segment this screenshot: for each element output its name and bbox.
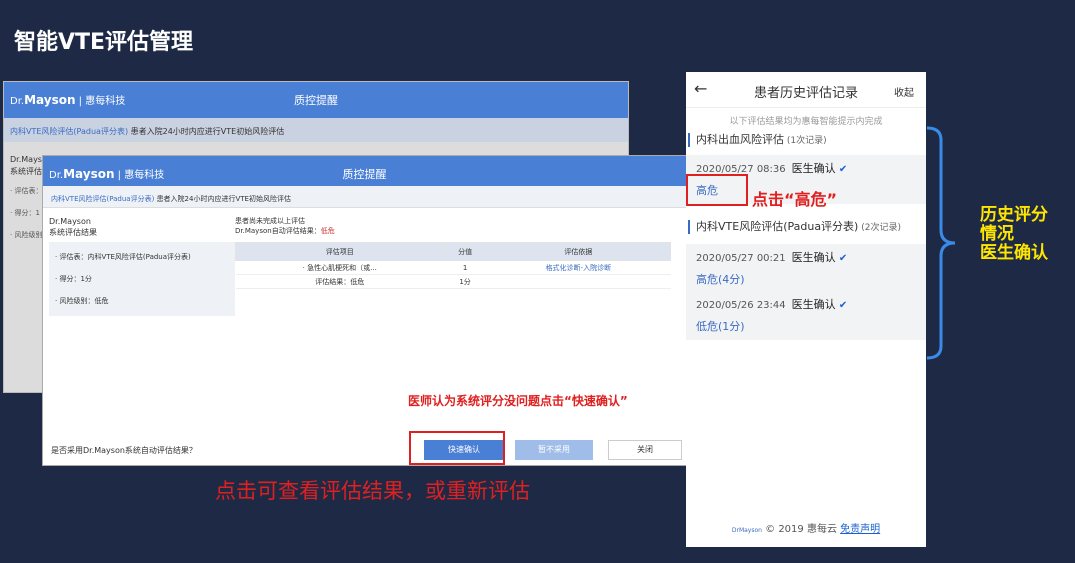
front-dialog-subheader: 内科VTE风险评估(Padua评分表) 患者入院24小时内应进行VTE初始风险评… — [43, 186, 686, 208]
history-annotation: 历史评分 情况 医生确认 — [980, 205, 1048, 263]
table-header: 分值 — [443, 242, 487, 261]
history-title: 患者历史评估记录 — [753, 86, 858, 101]
history-note: 以下评估结果均为惠每智能提示内完成 — [729, 117, 883, 127]
section-bleeding: 内科出血风险评估 (1次记录) — [688, 133, 926, 147]
result-item: · 风险级别：低危 — [55, 297, 109, 305]
back-dialog-header: Dr.Mayson | 惠每科技 质控提醒 — [4, 82, 628, 118]
dr-mayson-small-logo: DrMayson — [731, 527, 762, 534]
system-result-panel: Dr.Mayson 系统评估结果 · 评估表：内科VTE风险评估(Padua评分… — [49, 216, 235, 316]
close-button[interactable]: 关闭 — [608, 440, 682, 460]
check-icon: ✔ — [838, 164, 848, 175]
evaluation-note: 患者尚未完成以上评估 Dr.Mayson自动评估结果：低危 — [235, 217, 335, 235]
result-item: · 评估表：内科VTE风险评估(Padua评分表) — [55, 253, 191, 261]
disclaimer-link[interactable]: 免责声明 — [840, 524, 880, 535]
table-header: 评估项目 — [235, 242, 445, 261]
front-dialog-title: 质控提醒 — [342, 168, 387, 181]
caption-annotation: 点击可查看评估结果，或重新评估 — [215, 479, 530, 503]
bracket-icon — [926, 126, 956, 360]
highlight-box-high-risk — [686, 174, 748, 206]
section-vte: 内科VTE风险评估(Padua评分表) (2次记录) — [688, 220, 926, 234]
assessment-link[interactable]: 内科VTE风险评估(Padua评分表) — [51, 195, 154, 203]
history-footer: DrMayson © 2019 惠每云 免责声明 — [731, 524, 881, 535]
check-icon: ✔ — [838, 253, 848, 264]
highlight-box-quick-confirm — [409, 431, 505, 465]
back-dialog-subheader: 内科VTE风险评估(Padua评分表) 患者入院24小时内应进行VTE初始风险评… — [4, 118, 628, 142]
front-dialog-header: Dr.Mayson | 惠每科技 质控提醒 — [43, 156, 686, 186]
adopt-question: 是否采用Dr.Mayson系统自动评估结果？ — [51, 446, 197, 455]
check-icon: ✔ — [838, 300, 848, 311]
evaluation-detail: 患者尚未完成以上评估 Dr.Mayson自动评估结果：低危 评估项目 分值 评估… — [235, 216, 675, 289]
table-result-row: 评估结果：低危 1分 — [235, 274, 671, 289]
front-dialog-window: Dr.Mayson | 惠每科技 质控提醒 内科VTE风险评估(Padua评分表… — [42, 155, 687, 466]
result-item: · 得分：1分 — [55, 275, 92, 283]
skip-button[interactable]: 暂不采用 — [515, 440, 593, 460]
diagnosis-link[interactable]: 格式化诊断-入院诊断 — [486, 260, 671, 275]
history-header: ← 患者历史评估记录 收起 — [686, 72, 926, 108]
risk-level-link[interactable]: 高危(4分) — [696, 271, 916, 287]
assessment-link[interactable]: 内科VTE风险评估(Padua评分表) — [10, 127, 128, 136]
evaluation-table: 评估项目 分值 评估依据 · 急性心肌梗死和（或... 1 格式化诊断-入院诊断… — [235, 242, 672, 289]
table-row: · 急性心肌梗死和（或... 1 格式化诊断-入院诊断 — [235, 260, 671, 275]
quick-confirm-annotation: 医师认为系统评分没问题点击“快速确认” — [408, 394, 628, 408]
back-dialog-title: 质控提醒 — [294, 94, 338, 107]
collapse-button[interactable]: 收起 — [894, 84, 914, 99]
click-high-annotation: 点击“高危” — [752, 190, 838, 209]
slide-title: 智能VTE评估管理 — [14, 30, 194, 55]
risk-level-link[interactable]: 低危(1分) — [696, 318, 916, 334]
history-panel: ← 患者历史评估记录 收起 以下评估结果均为惠每智能提示内完成 内科出血风险评估… — [686, 72, 926, 547]
table-header: 评估依据 — [485, 242, 672, 261]
history-record: 2020/05/27 00:21 医生确认 ✔ 高危(4分) 2020/05/26… — [686, 244, 926, 340]
